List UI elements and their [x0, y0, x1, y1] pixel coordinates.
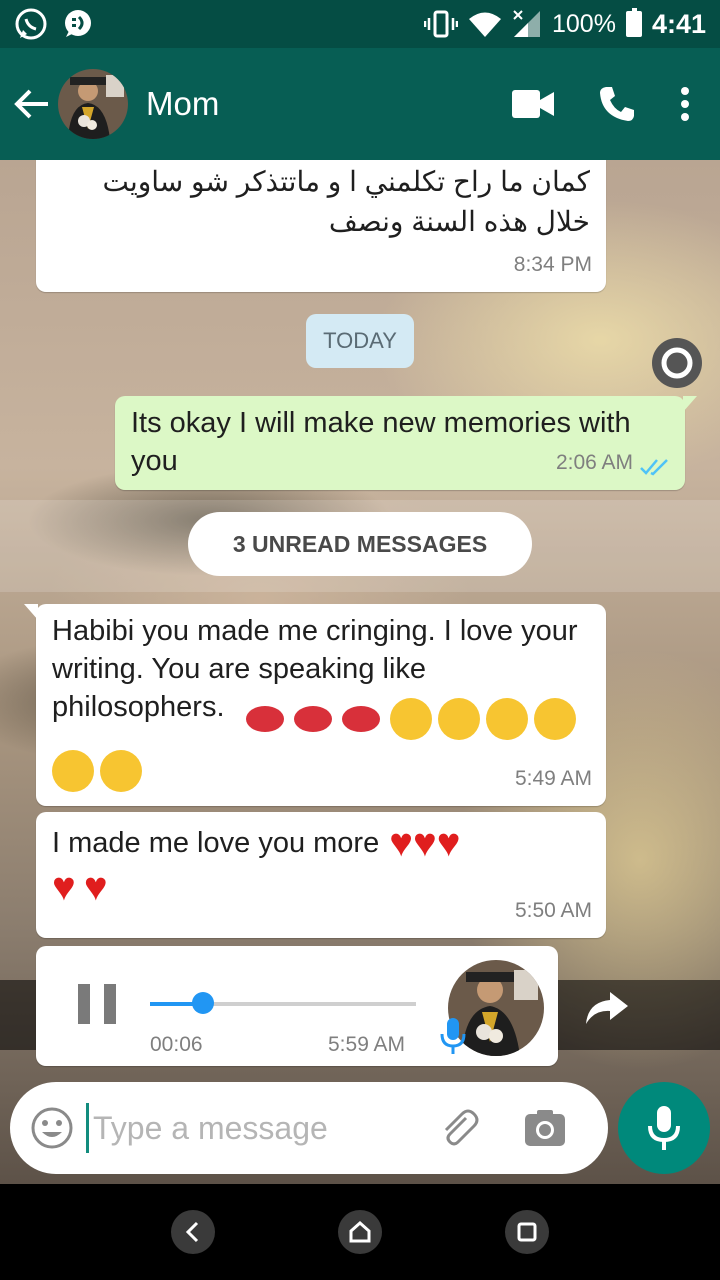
pause-button[interactable] [78, 984, 116, 1024]
chat-notification-icon [65, 10, 91, 37]
unread-divider: 3 UNREAD MESSAGES [188, 512, 532, 576]
red-heart-emoji: ♥ [83, 865, 108, 909]
forward-icon[interactable] [584, 990, 630, 1026]
red-heart-emoji: ♥ [412, 821, 437, 865]
voice-call-icon[interactable] [598, 85, 636, 123]
kissing-heart-emoji [52, 750, 94, 792]
arrow-left-icon [14, 89, 48, 119]
kiss-mark-emoji [294, 706, 332, 732]
emoji-icon[interactable] [30, 1106, 74, 1150]
contact-name[interactable]: Mom [146, 85, 219, 123]
avatar-photo [58, 69, 128, 139]
audio-elapsed: 00:06 [150, 1033, 203, 1056]
emoji-row [246, 698, 582, 740]
message-text-line: كمان ما راح تكلمني ا و ماتتذكر شو ساويت [102, 166, 590, 197]
kissing-heart-emoji [100, 750, 142, 792]
circle-icon [661, 347, 693, 379]
message-incoming[interactable]: I made me love you more ♥ ♥ ♥ ♥ ♥ 5:50 A… [36, 812, 606, 938]
more-options-icon[interactable] [680, 87, 690, 121]
chevron-left-icon [186, 1221, 199, 1243]
kiss-mark-emoji [342, 706, 380, 732]
clock: 4:41 [651, 8, 706, 39]
message-time: 5:49 AM [514, 767, 592, 790]
heart-eyes-emoji [390, 698, 432, 740]
message-text-row: I made me love you more ♥ ♥ ♥ [52, 821, 590, 865]
chat-area[interactable]: كمان ما راح تكلمني ا و ماتتذكر شو ساويت … [0, 160, 720, 1184]
contact-avatar[interactable] [58, 69, 128, 139]
emoji-row-2 [52, 750, 148, 792]
message-time: 5:59 AM [328, 1033, 406, 1056]
bubble-tail [24, 604, 38, 620]
message-incoming-arabic[interactable]: كمان ما راح تكلمني ا و ماتتذكر شو ساويت … [36, 160, 606, 292]
red-heart-emoji: ♥ [389, 821, 413, 865]
wifi-icon [469, 12, 501, 37]
date-divider: TODAY [306, 314, 414, 368]
heart-eyes-emoji [438, 698, 480, 740]
message-time-wrap: 2:06 AM [556, 444, 633, 482]
message-input[interactable] [86, 1103, 416, 1153]
back-button[interactable] [4, 48, 60, 160]
bubble-tail [683, 396, 697, 412]
kiss-mark-emoji [246, 706, 284, 732]
message-time: 8:34 PM [513, 253, 592, 276]
pause-bar [104, 984, 116, 1024]
audio-progress-bar[interactable] [150, 992, 416, 1014]
nav-back-button[interactable] [171, 1210, 216, 1254]
battery-icon [625, 8, 642, 37]
system-navigation-bar [0, 1184, 720, 1280]
red-heart-emoji: ♥ [436, 821, 461, 865]
video-call-icon[interactable] [512, 90, 554, 118]
heart-eyes-emoji [486, 698, 528, 740]
message-time: 5:50 AM [514, 899, 592, 922]
audio-seek-handle[interactable] [192, 992, 215, 1014]
emoji-row: ♥ ♥ [52, 865, 590, 910]
message-text: I made me love you more [52, 827, 380, 859]
whatsapp-notification-icon [15, 8, 47, 40]
nav-recents-button[interactable] [504, 1210, 549, 1254]
battery-percent: 100% [552, 9, 616, 38]
vibrate-icon [424, 10, 458, 38]
kissing-heart-emoji [534, 698, 576, 740]
message-composer [10, 1082, 608, 1174]
read-ticks-icon [640, 459, 668, 476]
square-icon [517, 1222, 537, 1242]
attachment-icon[interactable] [436, 1106, 480, 1150]
chat-header: Mom [0, 48, 720, 160]
red-heart-emoji: ♥ [52, 865, 76, 909]
pause-bar [78, 984, 90, 1024]
floating-bubble-button[interactable] [652, 338, 702, 388]
message-text-line: خلال هذه السنة ونصف [328, 206, 590, 237]
microphone-icon [440, 1018, 466, 1054]
home-icon [349, 1221, 371, 1243]
record-voice-button[interactable] [618, 1082, 710, 1174]
camera-icon[interactable] [524, 1109, 566, 1147]
nav-home-button[interactable] [337, 1210, 382, 1254]
microphone-icon [648, 1106, 680, 1150]
voice-message[interactable]: 00:06 5:59 AM [36, 946, 558, 1066]
message-time: 2:06 AM [555, 451, 633, 474]
status-bar: 100% 4:41 [0, 0, 720, 48]
signal-icon [513, 10, 540, 37]
message-outgoing[interactable]: Its okay I will make new memories with y… [115, 396, 697, 490]
message-incoming[interactable]: Habibi you made me cringing. I love your… [24, 604, 606, 806]
